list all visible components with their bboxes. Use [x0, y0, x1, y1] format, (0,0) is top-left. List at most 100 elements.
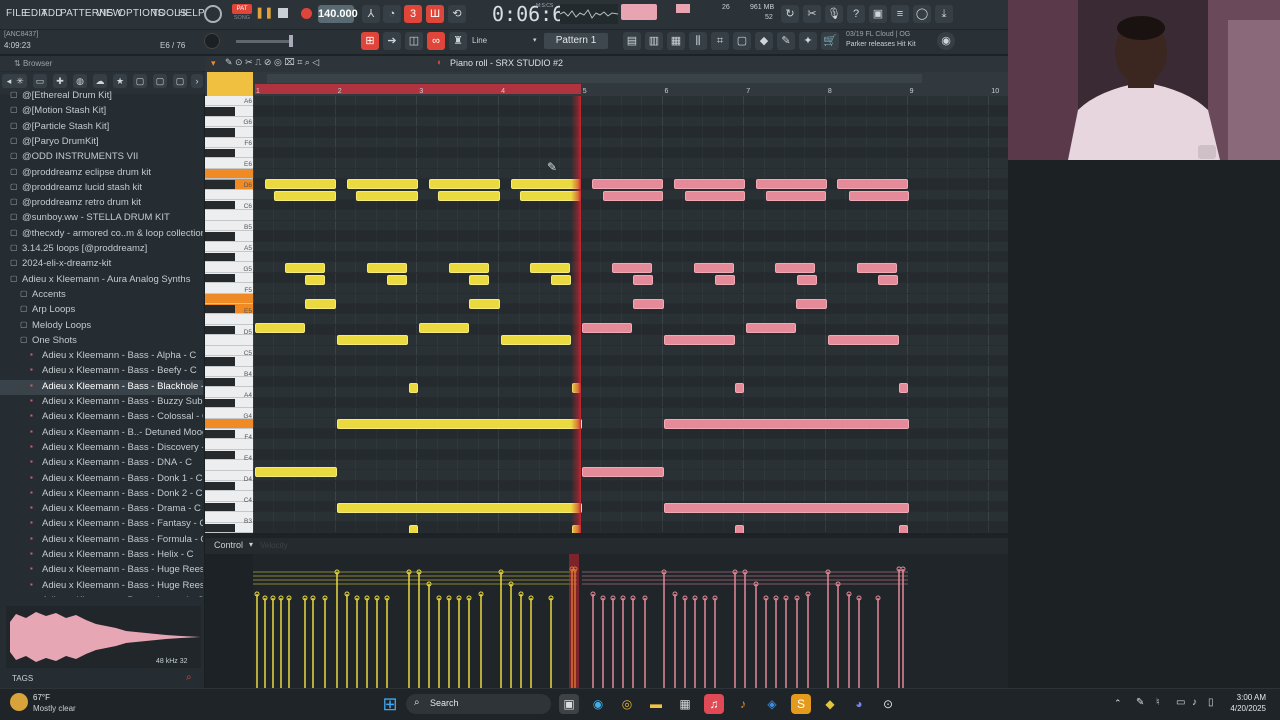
weather-icon[interactable]: [10, 693, 28, 711]
note[interactable]: [530, 263, 570, 273]
news-line-2[interactable]: Parker releases Hit Kit: [846, 41, 916, 48]
note[interactable]: [766, 191, 826, 201]
browser-item[interactable]: ▪ Adieu x Kleemann - Bass - Donk 1 - C: [0, 472, 203, 487]
note[interactable]: [551, 275, 571, 285]
browser-item[interactable]: ▪ Adieu x Kleemann - Bass - Blackhole - C: [0, 379, 203, 395]
slide-icon[interactable]: ◫: [405, 32, 423, 50]
piano-keyboard[interactable]: A6 G6 F6 E6 D6 C6 B5 A5 G5 F5 E5 D5 C5 B4 A4 G4 F4 E4 D4 C4…: [205, 96, 253, 533]
browser-item[interactable]: ▢ @[Paryo DrumKit]: [0, 135, 203, 150]
tray-mic-icon[interactable]: ♮: [1156, 697, 1160, 708]
snap-icon[interactable]: ⊞: [361, 32, 379, 50]
note[interactable]: [429, 179, 500, 189]
note[interactable]: [347, 179, 418, 189]
browser-item[interactable]: ▪ Adieu x Kleemann - Bass - Fantasy - C: [0, 517, 203, 532]
plugin-picker-icon[interactable]: ▢: [733, 32, 751, 50]
browser-item[interactable]: ▢ One Shots: [0, 334, 203, 349]
browser-menu-icon[interactable]: ›: [191, 74, 203, 88]
note[interactable]: [438, 191, 500, 201]
discord-icon[interactable]: ◕: [849, 694, 869, 714]
slider-handle[interactable]: [289, 35, 293, 47]
piano-key[interactable]: [205, 168, 253, 180]
tray-volume-icon[interactable]: ♪: [1192, 697, 1197, 708]
note[interactable]: [469, 275, 489, 285]
search-tags-icon[interactable]: ⌕: [186, 672, 192, 683]
countdown-icon[interactable]: 3: [404, 5, 422, 23]
piano-black-key[interactable]: [205, 149, 235, 158]
note[interactable]: [878, 275, 898, 285]
note[interactable]: [837, 179, 908, 189]
note[interactable]: [664, 503, 909, 513]
menu-help[interactable]: HELP: [178, 8, 205, 19]
browser-item[interactable]: ▪ Adieu x Kleemann - Bass - Huge Reese 1 …: [0, 563, 203, 578]
db-icon[interactable]: ◍: [73, 74, 87, 88]
windows-start-icon[interactable]: ⊞: [380, 694, 400, 714]
note[interactable]: [356, 191, 418, 201]
news-line-1[interactable]: 03/19 FL Cloud | OG: [846, 31, 910, 38]
note[interactable]: [409, 383, 418, 393]
piano-black-key[interactable]: [205, 398, 235, 408]
pause-icon[interactable]: ❚❚: [255, 6, 273, 22]
piano-key[interactable]: [205, 314, 253, 325]
piano-key[interactable]: [205, 210, 253, 221]
note[interactable]: [255, 323, 305, 333]
mic-icon[interactable]: 🎙: [825, 5, 843, 23]
note[interactable]: [633, 275, 653, 285]
piano-black-key[interactable]: [205, 180, 235, 189]
store-icon[interactable]: ▦: [675, 694, 695, 714]
browser-item[interactable]: ▪ Adieu x Kleemann - Bass - Legend - C: [0, 594, 203, 597]
piano-black-key[interactable]: [205, 273, 235, 283]
record-icon[interactable]: [301, 8, 312, 19]
channel-rack-icon[interactable]: ▥: [645, 32, 663, 50]
mixer-icon[interactable]: ≡: [891, 5, 909, 23]
step-edit-icon[interactable]: Ш: [426, 5, 444, 23]
browser-item[interactable]: ▪ Adieu x Kleemann - Bass - DNA - C: [0, 456, 203, 471]
piano-key[interactable]: [205, 335, 253, 346]
capture-icon[interactable]: ✦: [799, 32, 817, 50]
note[interactable]: [715, 275, 735, 285]
all-files-icon[interactable]: ✳: [13, 74, 27, 88]
note[interactable]: [603, 191, 663, 201]
note[interactable]: [285, 263, 325, 273]
sublime-icon[interactable]: S: [791, 694, 811, 714]
piano-black-key[interactable]: [205, 429, 235, 439]
browser-item[interactable]: ▪ Adieu x Kleemann - Bass - Beefy - C: [0, 364, 203, 379]
chat-icon[interactable]: ◯: [913, 5, 931, 23]
piano-key[interactable]: [205, 293, 253, 305]
piano-black-key[interactable]: [205, 107, 235, 116]
browser-item[interactable]: ▢ @proddreamz eclipse drum kit: [0, 166, 203, 181]
browser-item[interactable]: ▪ Adieu x Kleemann - Bass - Discovery - C: [0, 441, 203, 456]
download-icon[interactable]: ⤓: [935, 5, 953, 23]
chrome-icon[interactable]: ◎: [617, 694, 637, 714]
star-icon[interactable]: ★: [113, 74, 127, 88]
mixer-view-icon[interactable]: ⫼: [689, 32, 707, 50]
note[interactable]: [612, 263, 652, 273]
note[interactable]: [449, 263, 489, 273]
note[interactable]: [409, 525, 418, 533]
note[interactable]: [664, 419, 909, 429]
note[interactable]: [735, 525, 744, 533]
touch-keyboard-icon[interactable]: ◆: [755, 32, 773, 50]
browser-item[interactable]: ▢ Melody Loops: [0, 319, 203, 334]
browser-item[interactable]: ▪ Adieu x Kleemann - Bass - Huge Reese 2 …: [0, 579, 203, 594]
browser-view-icon[interactable]: ⌗: [711, 32, 729, 50]
tray-chevron-icon[interactable]: ⌃: [1114, 698, 1122, 709]
note[interactable]: [592, 179, 663, 189]
github-icon[interactable]: ⊙: [878, 694, 898, 714]
overview-strip[interactable]: [267, 74, 922, 83]
control-dropdown-icon[interactable]: ▾: [249, 540, 253, 549]
piano-black-key[interactable]: [205, 128, 235, 137]
fl-studio-icon[interactable]: ♪: [733, 694, 753, 714]
browser-item[interactable]: ▪ Adieu x Kleemann - Bass - Formula - C: [0, 533, 203, 548]
browser-item[interactable]: ▪ Adieu x Kleemann - B..- Detuned Moog - …: [0, 426, 203, 441]
note[interactable]: [305, 299, 336, 309]
note[interactable]: [849, 191, 909, 201]
wait-input-icon[interactable]: ◔: [383, 5, 401, 23]
music-app-icon[interactable]: ♫: [704, 694, 724, 714]
note[interactable]: [694, 263, 734, 273]
note[interactable]: [775, 263, 815, 273]
note[interactable]: [419, 323, 469, 333]
timeline-ruler[interactable]: 1 2 3 4 5 6 7 8 9 10: [205, 72, 1008, 96]
browser-item[interactable]: ▢ Adieu x Kleemann - Aura Analog Synths: [0, 273, 203, 288]
arrow-icon[interactable]: ➔: [383, 32, 401, 50]
tempo-display[interactable]: 140.000: [318, 5, 358, 23]
